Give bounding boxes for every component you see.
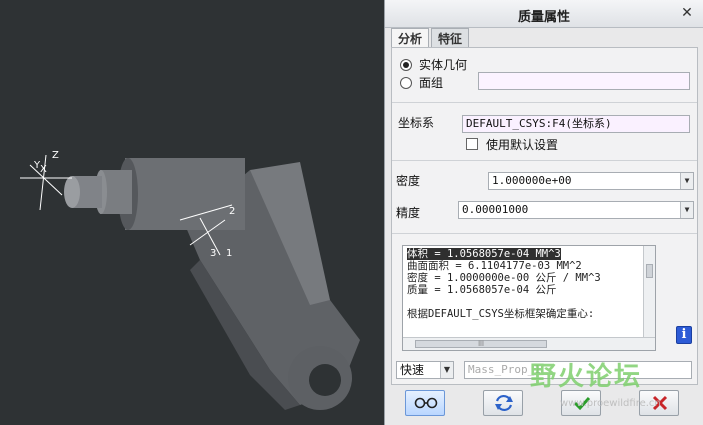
result-center-of-gravity: 根据DEFAULT_CSYS坐标框架确定重心:	[407, 308, 595, 320]
axis-label-x: X	[40, 164, 47, 175]
accuracy-label: 精度	[396, 206, 421, 220]
coord-sys-label: 坐标系	[398, 116, 435, 130]
checkmark-icon	[573, 396, 591, 411]
radio-selected-icon	[400, 58, 412, 71]
radio-unselected-icon	[400, 76, 412, 89]
tab-feature[interactable]: 特征	[431, 28, 470, 48]
hub-cylinder	[125, 158, 245, 230]
dialog-titlebar[interactable]: 质量属性 ✕	[385, 0, 703, 28]
mass-properties-dialog: 质量属性 ✕ 分析 特征 实体几何 面组 坐标系 DEFAULT_CSYS:F4…	[384, 0, 703, 425]
results-text-area[interactable]: 体积 = 1.0568057e-04 MM^3 曲面面积 = 6.1104177…	[402, 245, 656, 351]
result-mass: 质量 = 1.0568057e-04 公斤	[407, 284, 557, 296]
part-model: Z Y X 2 3 1	[20, 150, 360, 410]
results-vertical-scrollbar[interactable]	[643, 246, 655, 338]
graphics-viewport[interactable]: Z Y X 2 3 1	[0, 0, 384, 425]
coord-sys-field[interactable]: DEFAULT_CSYS:F4(坐标系)	[462, 115, 690, 133]
cancel-x-icon	[652, 395, 668, 411]
radio-solid-geometry[interactable]: 实体几何	[400, 56, 467, 73]
cancel-button[interactable]	[639, 390, 679, 416]
axis-label-1: 1	[226, 248, 232, 259]
repeat-button[interactable]	[483, 390, 523, 416]
chevron-down-icon[interactable]: ▼	[680, 173, 693, 189]
analysis-panel: 实体几何 面组 坐标系 DEFAULT_CSYS:F4(坐标系) 使用默认设置 …	[391, 47, 698, 385]
use-default-label: 使用默认设置	[486, 138, 559, 152]
chevron-down-icon[interactable]: ▼	[440, 362, 453, 378]
result-volume: 体积 = 1.0568057e-04 MM^3	[407, 248, 561, 260]
axis-label-2: 2	[229, 206, 235, 217]
result-surface-area: 曲面面积 = 6.1104177e-03 MM^2	[407, 260, 582, 272]
tab-bar: 分析 特征	[391, 28, 471, 48]
quilt-select-field[interactable]	[478, 72, 690, 90]
use-default-checkbox[interactable]	[466, 138, 478, 150]
radio-quilt[interactable]: 面组	[400, 74, 443, 91]
results-horizontal-scrollbar[interactable]: lll	[403, 337, 655, 350]
result-density: 密度 = 1.0000000e-00 公斤 / MM^3	[407, 272, 601, 284]
ok-button[interactable]	[561, 390, 601, 416]
preview-button[interactable]	[405, 390, 445, 416]
density-combo[interactable]: 1.000000e+00 ▼	[488, 172, 694, 190]
analysis-name-field[interactable]: Mass_Prop_1	[464, 361, 692, 379]
accuracy-combo[interactable]: 0.00001000 ▼	[458, 201, 694, 219]
chevron-down-icon[interactable]: ▼	[680, 202, 693, 218]
refresh-icon	[495, 394, 513, 412]
tab-analysis[interactable]: 分析	[391, 28, 430, 48]
close-icon[interactable]: ✕	[679, 4, 695, 22]
glasses-icon	[414, 397, 438, 409]
axis-label-z: Z	[52, 150, 59, 161]
dialog-title: 质量属性	[517, 10, 570, 25]
result-blank	[403, 296, 655, 308]
info-icon[interactable]: i	[676, 326, 692, 344]
axis-label-3: 3	[210, 248, 216, 259]
mode-combo[interactable]: 快速 ▼	[396, 361, 454, 379]
density-label: 密度	[396, 174, 421, 188]
